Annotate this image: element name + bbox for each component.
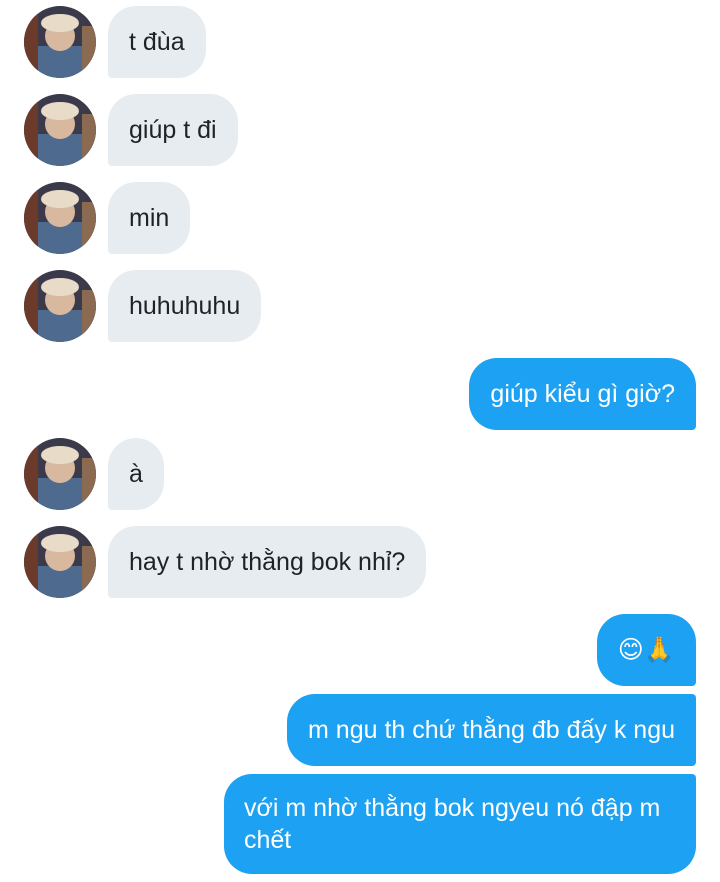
avatar-photo-icon <box>24 526 96 598</box>
avatar-photo-icon <box>24 270 96 342</box>
avatar-photo-icon <box>24 94 96 166</box>
contact-avatar[interactable] <box>24 270 96 342</box>
message-text: min <box>129 204 170 232</box>
outgoing-message[interactable]: m ngu th chứ thằng đb đấy k ngu <box>287 694 696 766</box>
incoming-message[interactable]: min <box>108 182 191 254</box>
incoming-message[interactable]: t đùa <box>108 6 206 78</box>
message-text: giúp t đi <box>129 116 217 144</box>
contact-avatar[interactable] <box>24 438 96 510</box>
contact-avatar[interactable] <box>24 182 96 254</box>
message-text: giúp kiểu gì giờ? <box>490 380 675 408</box>
outgoing-message[interactable]: với m nhờ thằng bok ngyeu nó đập m chết <box>224 774 696 874</box>
contact-avatar[interactable] <box>24 526 96 598</box>
outgoing-message[interactable]: giúp kiểu gì giờ? <box>469 358 696 430</box>
incoming-message[interactable]: à <box>108 438 164 510</box>
contact-avatar[interactable] <box>24 94 96 166</box>
avatar-photo-icon <box>24 6 96 78</box>
message-text: 😊🙏 <box>617 636 675 664</box>
incoming-message[interactable]: giúp t đi <box>108 94 238 166</box>
message-text: huhuhuhu <box>129 292 241 320</box>
incoming-message[interactable]: hay t nhờ thằng bok nhỉ? <box>108 526 427 598</box>
avatar-photo-icon <box>24 438 96 510</box>
message-text: hay t nhờ thằng bok nhỉ? <box>129 548 406 576</box>
message-text: với m nhờ thằng bok ngyeu nó đập m chết <box>244 794 661 854</box>
incoming-message[interactable]: huhuhuhu <box>108 270 262 342</box>
avatar-photo-icon <box>24 182 96 254</box>
message-text: à <box>129 460 143 488</box>
contact-avatar[interactable] <box>24 6 96 78</box>
outgoing-message[interactable]: 😊🙏 <box>596 614 696 686</box>
message-text: t đùa <box>129 28 185 56</box>
message-text: m ngu th chứ thằng đb đấy k ngu <box>308 716 675 744</box>
